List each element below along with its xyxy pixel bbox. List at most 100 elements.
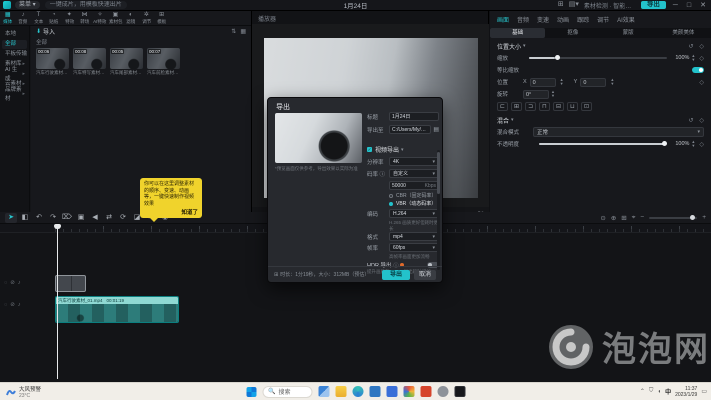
tab-filter[interactable]: ◐滤镜 (123, 12, 138, 25)
layout-icon[interactable]: ⊞ (558, 1, 564, 9)
main-video-clip[interactable]: 汽车行驶素材_01.mp4 00:01:19 (55, 296, 179, 323)
mirror-icon[interactable]: ⇄ (103, 213, 115, 223)
stepper[interactable]: ▲▼ (691, 140, 695, 148)
magnet-icon[interactable]: ⊙ (600, 214, 605, 222)
cursor-icon[interactable]: ➤ (5, 213, 17, 223)
tab-audio-props[interactable]: 音频 (517, 15, 529, 24)
rail-item-ai[interactable]: AI 生成▸ (2, 70, 27, 79)
track-lock-icon[interactable]: ⊘ (10, 302, 15, 308)
scale-slider[interactable] (529, 57, 667, 59)
mail-icon[interactable] (386, 386, 397, 397)
menu-button[interactable]: 菜单 ▾ (15, 1, 40, 9)
subtab-basic[interactable]: 基础 (490, 28, 545, 38)
align-right-icon[interactable]: ⊐ (525, 102, 536, 111)
tab-picture[interactable]: 画面 (497, 15, 509, 24)
export-title-input[interactable]: 1月24日 (389, 112, 439, 121)
media-item[interactable]: 00:06 汽车行驶素材_01.mp4 (36, 48, 69, 76)
settings-icon[interactable] (437, 386, 448, 397)
overlay-clip[interactable] (55, 275, 86, 292)
rail-item-device[interactable]: 平板传输 (2, 50, 27, 59)
weather-widget[interactable]: 大风预警23°C (0, 385, 41, 399)
chevron-down-icon[interactable]: ▾ (401, 147, 404, 153)
start-button[interactable] (246, 387, 256, 397)
taskbar-search[interactable]: 🔍搜索 (262, 386, 312, 398)
export-confirm-button[interactable]: 导出 (382, 270, 410, 280)
rotate-icon[interactable]: ⟳ (117, 213, 129, 223)
rail-item-brand[interactable]: 品牌素材▸ (2, 90, 27, 99)
delete-icon[interactable]: ⌦ (61, 213, 73, 223)
maximize-icon[interactable]: □ (685, 2, 693, 9)
uniform-scale-toggle[interactable] (692, 67, 704, 73)
folder-icon[interactable]: ▤ (433, 126, 439, 133)
track-hide-icon[interactable]: ◌ (4, 280, 7, 286)
opacity-slider[interactable] (539, 143, 667, 145)
tab-effects[interactable]: ✦特效 (62, 12, 77, 25)
undo-icon[interactable]: ↶ (33, 213, 45, 223)
tab-audio[interactable]: ♪音频 (15, 12, 30, 25)
subtab-mask[interactable]: 蒙版 (601, 28, 656, 38)
subtab-beauty[interactable]: 美颜美体 (656, 28, 711, 38)
sort-icon[interactable]: ⇅ (231, 28, 236, 35)
track-hide-icon[interactable]: ◌ (4, 302, 7, 308)
tab-text[interactable]: T文本 (31, 12, 46, 25)
notification-icon[interactable]: ▭ (701, 388, 707, 395)
tab-media[interactable]: ▦媒体 (0, 12, 15, 25)
reverse-icon[interactable]: ◀ (89, 213, 101, 223)
bitrate-dropdown[interactable]: 自定义▾ (389, 169, 439, 178)
got-it-button[interactable]: 知道了 (144, 208, 198, 216)
volume-icon[interactable]: ◖ (657, 389, 661, 395)
keyframe-icon[interactable]: ◇ (699, 79, 704, 86)
zoom-in-icon[interactable]: + (702, 214, 706, 221)
rail-item-local[interactable]: 本地 (2, 30, 27, 39)
preview-axis-icon[interactable]: ⊞ (621, 214, 626, 222)
tab-asset-pack[interactable]: ▣素材包 (108, 12, 123, 25)
task-view-icon[interactable] (318, 386, 329, 397)
media-item[interactable]: 00:08 汽车特写素材_02.mp4 (73, 48, 106, 76)
fps-dropdown[interactable]: 60fps▾ (389, 243, 439, 252)
reset-icon[interactable]: ↺ (688, 43, 693, 50)
tab-sticker[interactable]: ◔贴纸 (46, 12, 61, 25)
file-explorer-icon[interactable] (335, 386, 346, 397)
bitrate-value-input[interactable]: 50000Kbps (389, 181, 439, 190)
stepper[interactable]: ▲▼ (551, 90, 555, 98)
stepper[interactable]: ▲▼ (691, 54, 695, 62)
store-icon[interactable] (369, 386, 380, 397)
section-blend[interactable]: 混合▾ ↺◇ (490, 114, 711, 126)
keyframe-icon[interactable]: ◇ (699, 55, 704, 62)
freeze-frame-icon[interactable]: ▣ (75, 213, 87, 223)
rail-item-all[interactable]: 全部 (2, 40, 27, 49)
template-banner[interactable]: 一键成片，用模板快速出片 (45, 1, 127, 9)
dialog-scrollbar[interactable] (437, 150, 440, 270)
align-center-h-icon[interactable]: ⊞ (511, 102, 522, 111)
keyframe-icon[interactable]: ◇ (699, 117, 704, 124)
format-dropdown[interactable]: mp4▾ (389, 232, 439, 241)
cancel-button[interactable]: 取消 (414, 270, 436, 280)
jianying-app-icon[interactable] (454, 386, 465, 397)
network-icon[interactable]: ⛉ (649, 388, 654, 395)
align-fill-icon[interactable]: ⊡ (581, 102, 592, 111)
export-button-top[interactable]: 导出 (641, 1, 666, 9)
tab-adjust[interactable]: ✲调节 (139, 12, 154, 25)
tab-speed[interactable]: 变速 (537, 15, 549, 24)
ime-indicator[interactable]: 中 (665, 387, 671, 396)
export-path-input[interactable]: C:/Users/My/Videos/... (389, 125, 431, 134)
edge-icon[interactable] (352, 386, 363, 397)
codec-dropdown[interactable]: H.264▾ (389, 209, 439, 218)
photos-icon[interactable] (403, 386, 414, 397)
reset-icon[interactable]: ↺ (688, 117, 693, 124)
blend-mode-dropdown[interactable]: 正常▾ (533, 127, 704, 137)
playhead[interactable] (57, 224, 58, 379)
tab-adjust-props[interactable]: 调节 (597, 15, 609, 24)
mark-inout-icon[interactable]: ⌖ (632, 214, 636, 222)
minimize-icon[interactable]: ─ (671, 2, 680, 9)
stepper[interactable]: ▲▼ (610, 78, 614, 86)
track-lock-icon[interactable]: ⊘ (10, 280, 15, 286)
keyframe-icon[interactable]: ◇ (699, 141, 704, 148)
zoom-out-icon[interactable]: − (640, 214, 644, 221)
position-y-input[interactable]: 0 (580, 78, 606, 87)
tab-template[interactable]: ⊞模板 (154, 12, 169, 25)
office-icon[interactable] (420, 386, 431, 397)
video-export-checkbox[interactable]: ✓ (367, 147, 372, 152)
vbr-radio[interactable] (389, 202, 393, 206)
track-mute-icon[interactable]: ♪ (18, 302, 21, 308)
